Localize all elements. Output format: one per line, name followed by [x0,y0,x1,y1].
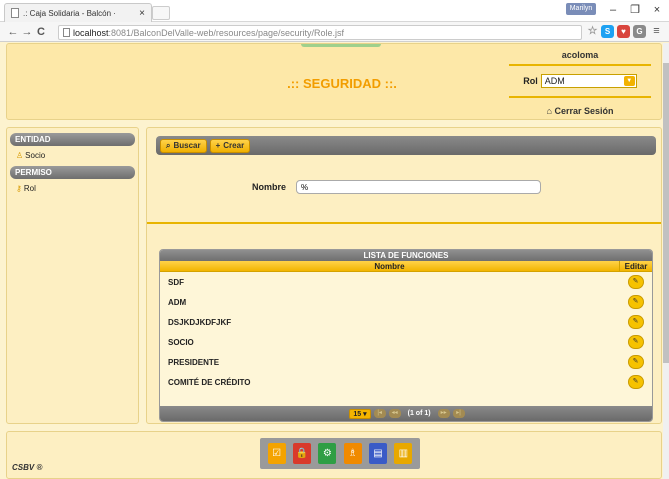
prev-page-icon[interactable]: ◂◂ [388,409,401,418]
edit-button[interactable]: ✎ [627,335,644,349]
sidebar-item-socio[interactable]: ♙ Socio [10,149,135,163]
edit-button[interactable]: ✎ [627,355,644,369]
search-icon: ⌕ [166,140,171,150]
paginator: 15 ▾ |◂ ◂◂ (1 of 1) ▸▸ ▸| [160,406,652,421]
page-icon [11,8,19,18]
sidebar-section-entidad[interactable]: ENTIDAD [10,133,135,146]
table-row[interactable]: DSJKDJKDFJKF ✎ [160,312,652,332]
nombre-input[interactable] [296,180,542,194]
plus-icon: + [215,141,221,150]
page-scrollbar[interactable] [663,43,669,479]
role-label: Rol [523,76,538,86]
minimize-button[interactable]: – [604,3,622,17]
edit-button[interactable]: ✎ [627,295,644,309]
sidebar-item-label: Socio [25,151,46,160]
table-cell-nombre: ADM [168,297,187,307]
document-logo-icon: ▥ [394,443,413,464]
browser-tab[interactable]: .: Caja Solidaria - Balcón · × [4,3,152,22]
skype-extension-icon[interactable]: S [601,25,614,38]
edit-button[interactable]: ✎ [627,375,644,389]
table-cell-nombre: SDF [168,277,184,287]
rows-per-page-select[interactable]: 15 ▾ [349,408,371,419]
page-header: .:: SEGURIDAD ::. acoloma Rol ADM ▼ ⌂ Ce… [6,43,662,120]
table-header: Nombre Editar [160,261,652,272]
users-icon: ♙ [16,151,24,160]
table-cell-nombre: DSJKDJKDFJKF [168,317,232,327]
close-window-button[interactable]: × [648,3,666,17]
reload-icon[interactable]: C [34,26,48,38]
sidebar-item-label: Rol [23,184,36,193]
edit-button[interactable]: ✎ [627,315,644,329]
check-logo-icon: ☑ [267,443,286,464]
menu-icon[interactable]: ≡ [650,25,663,38]
google-extension-icon[interactable]: G [633,25,646,38]
table-row[interactable]: PRESIDENTE ✎ [160,352,652,372]
address-bar-row: ← → C localhost:8081/BalconDelValle-web/… [0,22,669,42]
column-header-nombre[interactable]: Nombre [160,261,619,271]
sidebar-item-rol[interactable]: ⚷ Rol [10,182,135,196]
create-button[interactable]: + Crear [209,138,251,153]
url-field[interactable]: localhost:8081/BalconDelValle-web/resour… [58,25,582,40]
url-path: :8081/BalconDelValle-web/resources/page/… [108,27,344,38]
page-footer: ☑ 🔒 ⚙ ♗ ▤ ▥ CSBV ® [6,431,662,479]
gear-logo-icon: ⚙ [318,443,337,464]
table-cell-nombre: COMITÉ DE CRÉDITO [168,377,251,387]
edit-button[interactable]: ✎ [627,275,644,289]
tab-title: .: Caja Solidaria - Balcón · [23,8,116,18]
logout-link[interactable]: ⌂ Cerrar Sesión [509,106,651,116]
user-panel: acoloma Rol ADM ▼ ⌂ Cerrar Sesión [509,50,651,116]
table-row[interactable]: SDF ✎ [160,272,652,292]
lock-logo-icon: 🔒 [292,443,311,464]
sidebar: ENTIDAD ♙ Socio PERMISO ⚷ Rol [6,127,139,424]
next-page-icon[interactable]: ▸▸ [437,409,450,418]
forward-icon[interactable]: → [20,26,34,38]
new-tab-button[interactable] [152,6,170,20]
toolbar: ⌕ Buscar + Crear [156,136,656,155]
nombre-form-row: Nombre [252,180,542,194]
maximize-button[interactable]: ❐ [626,3,644,17]
tab-close-icon[interactable]: × [139,8,145,19]
scrollbar-thumb[interactable] [663,63,669,363]
last-page-icon[interactable]: ▸| [452,409,465,418]
first-page-icon[interactable]: |◂ [373,409,386,418]
main-panel: ⌕ Buscar + Crear Nombre LISTA DE FUNCION… [146,127,662,424]
table-row[interactable]: ADM ✎ [160,292,652,312]
copyright: CSBV ® [12,463,43,472]
table-row[interactable]: SOCIO ✎ [160,332,652,352]
functions-table: LISTA DE FUNCIONES Nombre Editar SDF ✎ A… [159,249,653,422]
sidebar-section-permiso[interactable]: PERMISO [10,166,135,179]
header-accent [301,44,381,47]
key-icon: ⚷ [16,184,22,193]
divider [509,96,651,98]
role-row: Rol ADM ▼ [509,74,651,88]
star-icon[interactable]: ☆ [586,25,599,38]
partner-logos: ☑ 🔒 ⚙ ♗ ▤ ▥ [260,438,420,469]
chart-logo-icon: ▤ [368,443,387,464]
create-button-label: Crear [223,141,245,150]
column-header-editar: Editar [619,261,652,271]
page-title: .:: SEGURIDAD ::. [287,76,397,91]
role-value: ADM [544,76,565,86]
chevron-down-icon[interactable]: ▼ [623,76,635,86]
browser-tabstrip: .: Caja Solidaria - Balcón · × Marilyn –… [0,0,669,22]
person-logo-icon: ♗ [343,443,362,464]
table-cell-nombre: PRESIDENTE [168,357,220,367]
search-button[interactable]: ⌕ Buscar [160,138,207,153]
page-icon [63,28,70,37]
nombre-label: Nombre [252,182,287,192]
table-row[interactable]: COMITÉ DE CRÉDITO ✎ [160,372,652,392]
profile-badge[interactable]: Marilyn [566,3,596,15]
url-host: localhost [73,27,109,38]
form-divider [147,222,661,224]
username: acoloma [509,50,651,66]
role-select[interactable]: ADM ▼ [540,74,637,88]
table-caption: LISTA DE FUNCIONES [160,250,652,261]
logout-label: Cerrar Sesión [554,106,614,116]
pocket-extension-icon[interactable]: ♥ [617,25,630,38]
search-button-label: Buscar [173,141,201,150]
page-indicator: (1 of 1) [407,410,431,417]
home-icon: ⌂ [546,106,552,116]
back-icon[interactable]: ← [6,26,20,38]
table-cell-nombre: SOCIO [168,337,194,347]
